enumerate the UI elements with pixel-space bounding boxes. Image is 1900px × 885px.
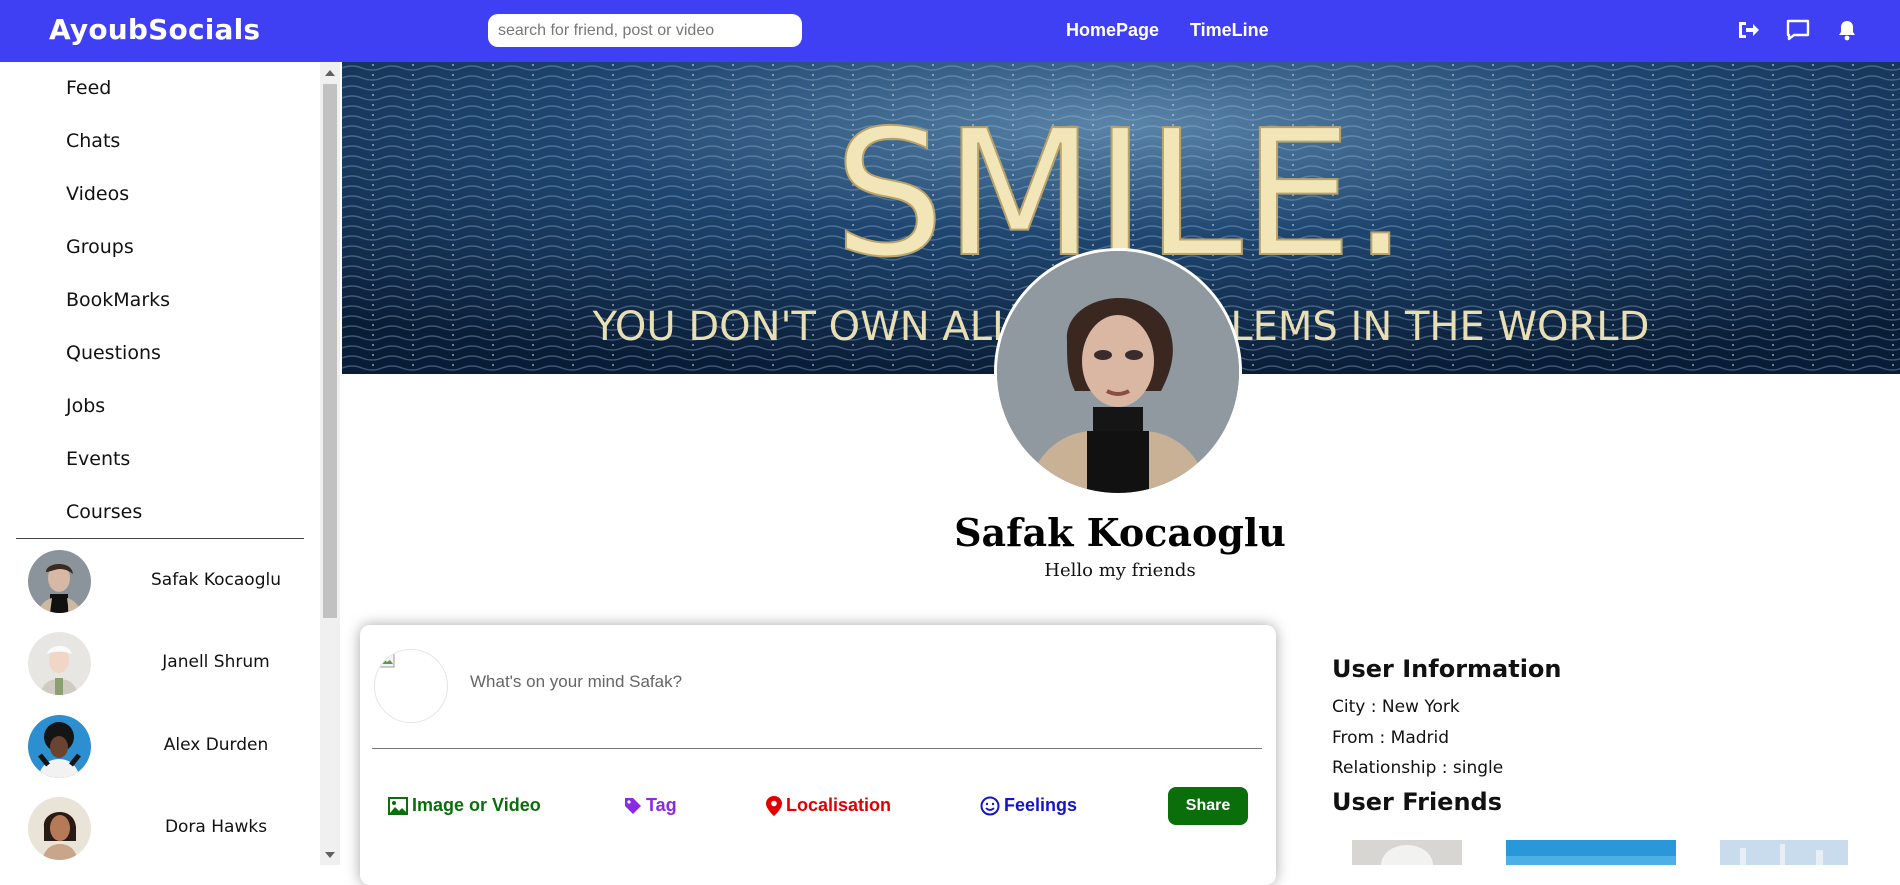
share-avatar-broken-image-icon	[374, 649, 448, 723]
user-friend-thumbnail[interactable]	[1720, 840, 1848, 865]
tag-label: Tag	[646, 795, 677, 815]
sidebar-item-groups[interactable]: Groups	[66, 236, 134, 258]
user-information-title: User Information	[1332, 655, 1562, 683]
share-post-card: Image or Video Tag Localisation Feelings…	[360, 625, 1276, 885]
sidebar-item-bookmarks[interactable]: BookMarks	[66, 289, 170, 311]
logout-icon[interactable]	[1735, 17, 1761, 43]
city-row: City : New York	[1332, 697, 1460, 717]
bell-icon[interactable]	[1834, 17, 1860, 43]
sidebar-item-videos[interactable]: Videos	[66, 183, 129, 205]
avatar	[28, 797, 91, 860]
avatar	[28, 632, 91, 695]
share-button[interactable]: Share	[1168, 787, 1248, 825]
image-icon	[388, 796, 408, 815]
image-or-video-label: Image or Video	[412, 795, 541, 815]
sidebar-divider	[16, 538, 304, 539]
friend-item[interactable]: Janell Shrum	[28, 632, 318, 696]
relationship-row: Relationship : single	[1332, 758, 1503, 778]
image-or-video-option[interactable]: Image or Video	[388, 795, 541, 816]
feelings-option[interactable]: Feelings	[980, 795, 1077, 816]
friend-item[interactable]: Alex Durden	[28, 715, 318, 779]
friend-name: Alex Durden	[163, 735, 269, 755]
profile-description: Hello my friends	[1044, 560, 1196, 581]
user-friend-thumbnail[interactable]	[1506, 840, 1676, 865]
tag-option[interactable]: Tag	[624, 795, 677, 816]
from-row: From : Madrid	[1332, 728, 1449, 748]
friend-item[interactable]: Dora Hawks	[28, 797, 318, 861]
user-friend-thumbnail[interactable]	[1352, 840, 1462, 865]
friend-name: Janell Shrum	[162, 652, 270, 672]
relationship-label: Relationship :	[1332, 758, 1448, 778]
chat-icon[interactable]	[1785, 17, 1811, 43]
profile-name: Safak Kocaoglu	[954, 510, 1286, 555]
sidebar: Feed Chats Videos Groups BookMarks Quest…	[0, 62, 320, 865]
relationship-value: single	[1452, 758, 1504, 778]
friend-name: Safak Kocaoglu	[150, 570, 281, 590]
brand-logo[interactable]: AyoubSocials	[49, 13, 260, 46]
post-input[interactable]	[468, 667, 1032, 697]
location-pin-icon	[766, 795, 782, 816]
profile-picture[interactable]	[994, 248, 1242, 496]
sidebar-item-events[interactable]: Events	[66, 448, 130, 470]
share-divider	[372, 748, 1262, 749]
city-label: City :	[1332, 697, 1377, 717]
scroll-down-arrow-icon[interactable]	[320, 846, 340, 864]
tag-icon	[625, 797, 641, 814]
from-label: From :	[1332, 728, 1386, 748]
sidebar-item-feed[interactable]: Feed	[66, 77, 111, 99]
feelings-label: Feelings	[1004, 795, 1078, 815]
avatar	[28, 715, 91, 778]
scroll-up-arrow-icon[interactable]	[320, 64, 340, 82]
nav-homepage[interactable]: HomePage	[1066, 20, 1159, 41]
sidebar-item-chats[interactable]: Chats	[66, 130, 120, 152]
localisation-option[interactable]: Localisation	[766, 795, 891, 816]
top-bar: AyoubSocials HomePage TimeLine	[0, 0, 1900, 62]
user-friends-title: User Friends	[1332, 788, 1502, 816]
friend-name: Dora Hawks	[164, 817, 268, 837]
sidebar-item-courses[interactable]: Courses	[66, 501, 142, 523]
sidebar-scrollbar[interactable]	[320, 62, 340, 865]
nav-timeline[interactable]: TimeLine	[1190, 20, 1269, 41]
from-value: Madrid	[1390, 728, 1450, 748]
search-input[interactable]	[488, 14, 802, 47]
friend-item[interactable]: Safak Kocaoglu	[28, 550, 318, 614]
localisation-label: Localisation	[786, 795, 892, 815]
avatar	[28, 550, 91, 613]
scroll-thumb[interactable]	[323, 84, 337, 618]
sidebar-item-jobs[interactable]: Jobs	[66, 395, 105, 417]
smile-icon	[980, 796, 1000, 815]
city-value: New York	[1381, 697, 1460, 717]
sidebar-item-questions[interactable]: Questions	[66, 342, 161, 364]
